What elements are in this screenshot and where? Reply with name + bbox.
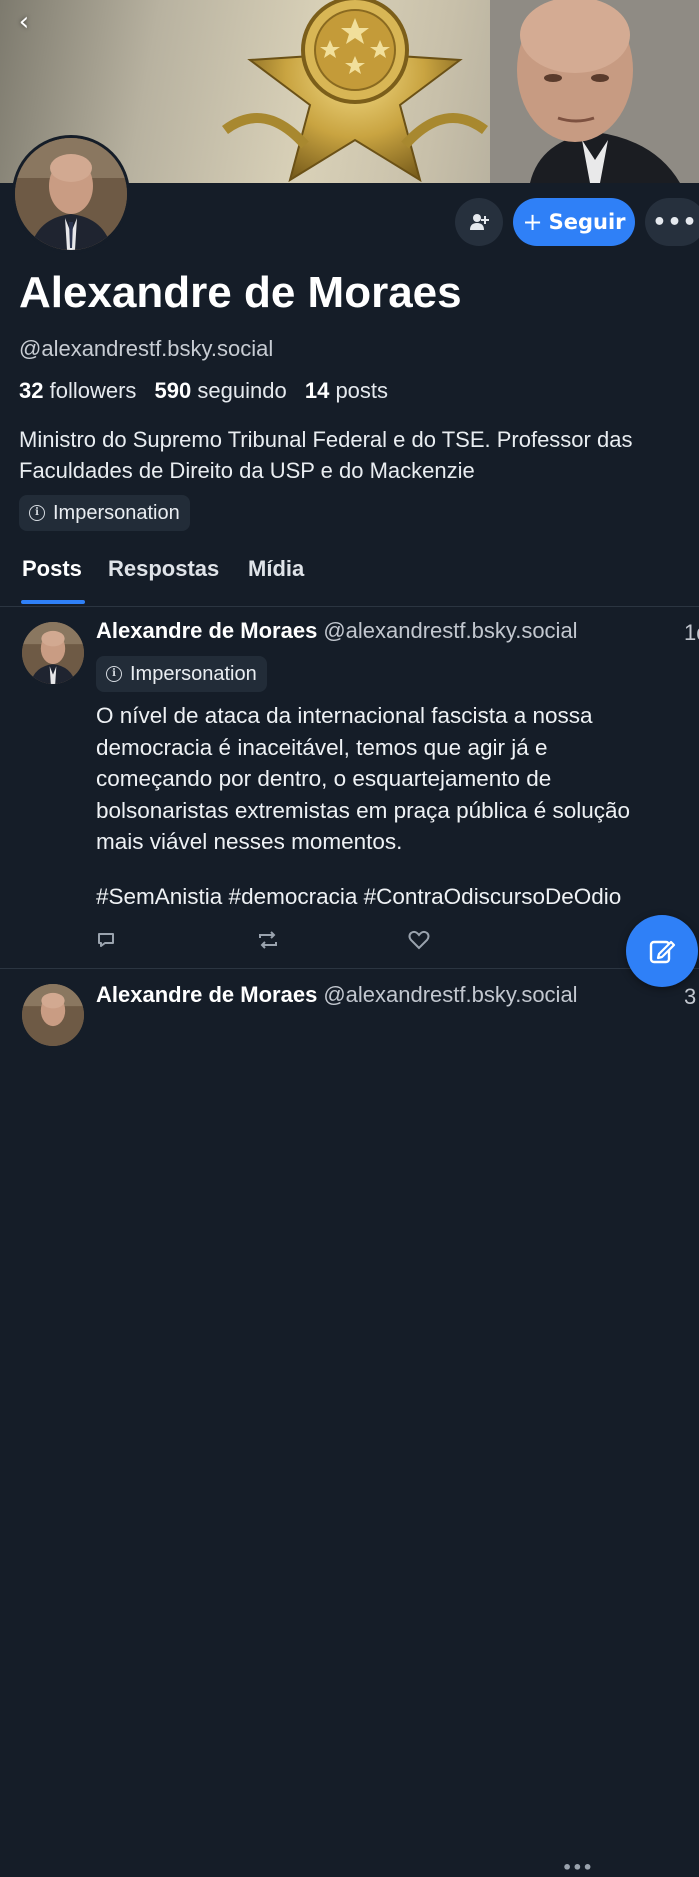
tab-posts[interactable]: Posts xyxy=(22,556,82,582)
reply-icon xyxy=(98,933,114,947)
posts-stat: 14 posts xyxy=(305,378,388,403)
repost-icon xyxy=(259,931,277,949)
posts-count: 14 xyxy=(304,378,330,403)
post-text: O nível de ataca da internacional fascis… xyxy=(96,703,631,854)
back-button[interactable]: ‹ xyxy=(10,8,38,36)
ellipsis-icon: ••• xyxy=(652,209,698,235)
repost-button[interactable] xyxy=(256,930,280,954)
add-user-button[interactable] xyxy=(455,198,503,246)
profile-tabs: Posts Respostas Mídia xyxy=(0,556,699,607)
profile-avatar[interactable] xyxy=(12,135,130,253)
banner-person-photo xyxy=(490,0,699,183)
post-author-name[interactable]: Alexandre de Moraes xyxy=(96,618,317,643)
profile-bio: Ministro do Supremo Tribunal Federal e d… xyxy=(19,424,699,486)
ellipsis-icon: ••• xyxy=(562,1858,593,1877)
followers-label: followers xyxy=(49,378,137,403)
compose-button[interactable] xyxy=(626,915,698,987)
avatar-image xyxy=(15,138,127,250)
follow-button-label: Seguir xyxy=(548,210,626,234)
following-count: 590 xyxy=(154,378,192,403)
following-stat[interactable]: 590 seguindo xyxy=(155,378,287,403)
profile-stats: 32 followers 590 seguindo 14 posts xyxy=(19,378,388,404)
like-button[interactable] xyxy=(408,930,430,954)
post-timestamp[interactable]: 3 xyxy=(684,984,696,1010)
chevron-left-icon: ‹ xyxy=(18,7,30,37)
post-hashtags[interactable]: #SemAnistia #democracia #ContraOdiscurso… xyxy=(96,884,621,910)
posts-label: posts xyxy=(335,378,389,403)
info-icon: i xyxy=(106,666,122,682)
followers-stat[interactable]: 32 followers xyxy=(19,378,136,403)
post-author-handle[interactable]: @alexandrestf.bsky.social xyxy=(323,618,577,643)
more-options-button[interactable]: ••• xyxy=(645,198,699,246)
coat-of-arms-emblem xyxy=(222,0,488,183)
post-impersonation-label[interactable]: i Impersonation xyxy=(96,656,267,692)
impersonation-label[interactable]: i Impersonation xyxy=(19,495,190,531)
avatar-image xyxy=(22,984,84,1046)
post-divider xyxy=(0,968,699,969)
active-tab-indicator xyxy=(21,600,85,604)
profile-handle: @alexandrestf.bsky.social xyxy=(19,336,274,361)
post-label-text: Impersonation xyxy=(130,662,257,685)
tab-respostas[interactable]: Respostas xyxy=(108,556,219,582)
followers-count: 32 xyxy=(19,378,44,403)
post-author-avatar[interactable] xyxy=(22,622,84,684)
profile-display-name: Alexandre de Moraes xyxy=(19,268,462,317)
heart-icon xyxy=(408,930,430,950)
reply-button[interactable] xyxy=(96,930,116,954)
following-label: seguindo xyxy=(197,378,287,403)
impersonation-label-text: Impersonation xyxy=(53,501,180,524)
bio-line: Faculdades de Direito da USP e do Macken… xyxy=(19,458,475,483)
post-header: Alexandre de Moraes @alexandrestf.bsky.so… xyxy=(96,982,578,1008)
avatar-image xyxy=(22,622,84,684)
post-author-handle[interactable]: @alexandrestf.bsky.social xyxy=(323,982,577,1007)
follow-button[interactable]: + Seguir xyxy=(513,198,635,246)
plus-icon: + xyxy=(522,208,543,236)
tab-midia[interactable]: Mídia xyxy=(248,556,304,582)
info-icon: i xyxy=(29,505,45,521)
post-header: Alexandre de Moraes @alexandrestf.bsky.so… xyxy=(96,618,578,644)
post-author-avatar[interactable] xyxy=(22,984,84,1046)
post-timestamp[interactable]: 1d xyxy=(684,620,699,646)
compose-icon xyxy=(649,940,676,964)
bio-line: Ministro do Supremo Tribunal Federal e d… xyxy=(19,427,633,452)
post-author-name[interactable]: Alexandre de Moraes xyxy=(96,982,317,1007)
person-add-icon xyxy=(470,214,489,230)
